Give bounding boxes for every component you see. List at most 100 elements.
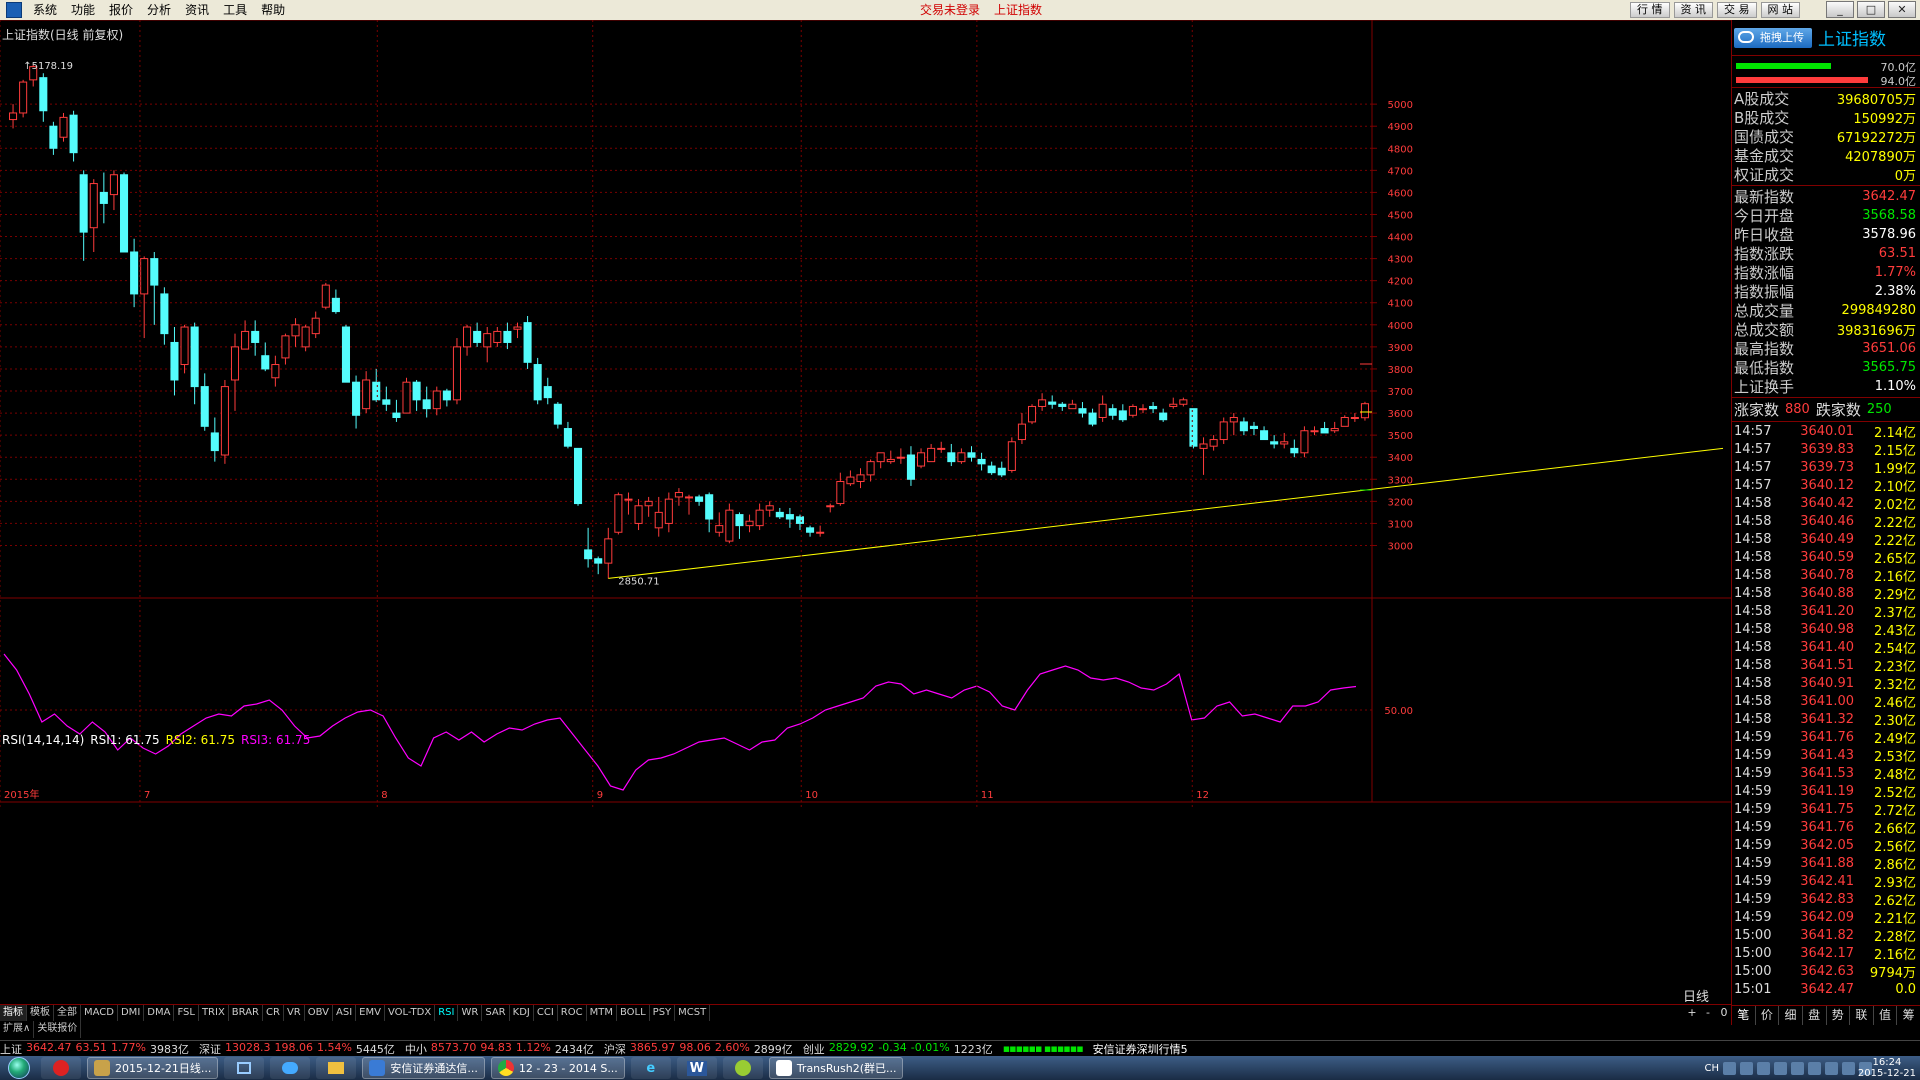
menu-item-5[interactable]: 工具 (216, 0, 254, 20)
minimize-icon[interactable]: _ (1826, 1, 1854, 18)
quote-tab-6[interactable]: 值 (1874, 1006, 1898, 1025)
tick-row[interactable]: 14:59 3641.75 2.72亿 (1732, 800, 1920, 819)
tdx-app-icon[interactable] (41, 1057, 81, 1079)
tick-row[interactable]: 14:58 3641.32 2.30亿 (1732, 710, 1920, 729)
indicator-tab-全部[interactable]: 全部 (54, 1005, 81, 1021)
tick-row[interactable]: 14:57 3639.83 2.15亿 (1732, 440, 1920, 459)
tick-row[interactable]: 14:58 3640.49 2.22亿 (1732, 530, 1920, 549)
tick-row[interactable]: 14:58 3641.20 2.37亿 (1732, 602, 1920, 621)
login-status[interactable]: 交易未登录 (920, 0, 980, 20)
indicator-tab-cr[interactable]: CR (263, 1005, 284, 1021)
indicator-tab-macd[interactable]: MACD (81, 1005, 118, 1021)
indicator-tab-asi[interactable]: ASI (333, 1005, 357, 1021)
zoom-control-0[interactable]: + (1685, 1005, 1699, 1021)
ticker-hs[interactable]: 沪深 3865.97 98.06 2.60% 2899亿 (604, 1041, 793, 1057)
tick-row[interactable]: 14:58 3640.78 2.16亿 (1732, 566, 1920, 585)
tick-row[interactable]: 14:59 3641.76 2.66亿 (1732, 818, 1920, 837)
menu-item-4[interactable]: 资讯 (178, 0, 216, 20)
indicator-tab-fsl[interactable]: FSL (174, 1005, 199, 1021)
indicator-tab-wr[interactable]: WR (458, 1005, 483, 1021)
top-button-2[interactable]: 交 易 (1717, 2, 1757, 18)
main-chart-area[interactable]: 3000 3100 3200 3300 3400 3500 3600 3700 3800 3900… (0, 20, 1731, 1000)
top-button-3[interactable]: 网 站 (1760, 2, 1800, 18)
tick-row[interactable]: 14:58 3640.98 2.43亿 (1732, 620, 1920, 639)
indicator-tab-vol-tdx[interactable]: VOL-TDX (385, 1005, 436, 1021)
maximize-icon[interactable]: □ (1857, 1, 1885, 18)
quote-tab-7[interactable]: 筹 (1897, 1006, 1920, 1025)
tray-icon-2[interactable] (1740, 1061, 1753, 1075)
tick-row[interactable]: 14:58 3641.51 2.23亿 (1732, 656, 1920, 675)
menu-item-2[interactable]: 报价 (102, 0, 140, 20)
quote-tab-3[interactable]: 盘 (1803, 1006, 1827, 1025)
tick-row[interactable]: 15:00 3642.17 2.16亿 (1732, 944, 1920, 963)
menu-item-1[interactable]: 功能 (64, 0, 102, 20)
indicator-extra-tab-1[interactable]: 关联报价 (34, 1021, 82, 1038)
server-name[interactable]: 安信证券深圳行情5 (1093, 1041, 1188, 1057)
ticker-cy[interactable]: 创业 2829.92 -0.34 -0.01% 1223亿 (803, 1041, 993, 1057)
tick-row[interactable]: 14:59 3641.88 2.86亿 (1732, 854, 1920, 873)
tick-row[interactable]: 14:59 3642.05 2.56亿 (1732, 836, 1920, 855)
tick-row[interactable]: 14:58 3641.40 2.54亿 (1732, 638, 1920, 657)
quote-tab-0[interactable]: 笔 (1732, 1006, 1756, 1025)
network-icon[interactable] (1842, 1061, 1855, 1075)
taskbar-task-4[interactable]: TransRush2(群已... (768, 1057, 904, 1079)
tick-row[interactable]: 14:59 3641.76 2.49亿 (1732, 728, 1920, 747)
tray-icon-5[interactable] (1791, 1061, 1804, 1075)
indicator-tab-kdj[interactable]: KDJ (510, 1005, 534, 1021)
taskbar-task-3[interactable]: 12 - 23 - 2014 S... (490, 1057, 625, 1079)
window-switch-icon[interactable] (224, 1057, 265, 1079)
tray-icon-7[interactable] (1825, 1061, 1838, 1075)
tick-list[interactable]: 14:57 3640.01 2.14亿 14:57 3639.83 2.15亿 14:57 3… (1732, 422, 1920, 998)
tick-row[interactable]: 14:59 3642.83 2.62亿 (1732, 890, 1920, 909)
tick-row[interactable]: 14:57 3640.01 2.14亿 (1732, 422, 1920, 441)
period-label[interactable]: 日线 (1683, 986, 1709, 1005)
tick-row[interactable]: 15:00 3642.63 9794万 (1732, 962, 1920, 981)
indicator-tab-rsi[interactable]: RSI (435, 1005, 459, 1021)
indicator-tab-指标[interactable]: 指标 (0, 1005, 27, 1021)
tick-row[interactable]: 14:57 3639.73 1.99亿 (1732, 458, 1920, 477)
taskbar-task-1[interactable]: 2015-12-21日线... (87, 1057, 219, 1079)
tick-row[interactable]: 14:58 3640.91 2.32亿 (1732, 674, 1920, 693)
tick-row[interactable]: 14:59 3641.43 2.53亿 (1732, 746, 1920, 765)
indicator-tab-brar[interactable]: BRAR (229, 1005, 263, 1021)
indicator-tab-trix[interactable]: TRIX (199, 1005, 229, 1021)
tick-row[interactable]: 14:58 3640.46 2.22亿 (1732, 512, 1920, 531)
close-icon[interactable]: ✕ (1888, 1, 1916, 18)
menu-item-6[interactable]: 帮助 (254, 0, 292, 20)
input-language[interactable]: CH (1704, 1063, 1719, 1074)
menu-item-3[interactable]: 分析 (140, 0, 178, 20)
ticker-sh[interactable]: 上证 3642.47 63.51 1.77% 3983亿 (0, 1041, 189, 1057)
zoom-control-2[interactable]: 0 (1717, 1005, 1731, 1021)
indicator-tab-dmi[interactable]: DMI (118, 1005, 145, 1021)
menu-item-0[interactable]: 系统 (26, 0, 64, 20)
tray-icon-3[interactable] (1757, 1061, 1770, 1075)
tray-icon-1[interactable] (1723, 1061, 1736, 1075)
indicator-tab-sar[interactable]: SAR (482, 1005, 510, 1021)
quote-tab-2[interactable]: 细 (1779, 1006, 1803, 1025)
tick-row[interactable]: 14:59 3641.53 2.48亿 (1732, 764, 1920, 783)
indicator-tab-dma[interactable]: DMA (144, 1005, 175, 1021)
tick-row[interactable]: 14:59 3642.41 2.93亿 (1732, 872, 1920, 891)
indicator-tab-vr[interactable]: VR (284, 1005, 305, 1021)
tick-row[interactable]: 14:58 3640.59 2.65亿 (1732, 548, 1920, 567)
indicator-tab-roc[interactable]: ROC (558, 1005, 587, 1021)
lemon-app-icon[interactable] (722, 1057, 763, 1079)
indicator-tab-mcst[interactable]: MCST (675, 1005, 711, 1021)
ticker-zx[interactable]: 中小 8573.70 94.83 1.12% 2434亿 (405, 1041, 594, 1057)
tick-row[interactable]: 15:00 3641.82 2.28亿 (1732, 926, 1920, 945)
zoom-control-1[interactable]: - (1701, 1005, 1715, 1021)
top-button-0[interactable]: 行 情 (1630, 2, 1670, 18)
quote-tab-1[interactable]: 价 (1756, 1006, 1780, 1025)
start-button[interactable] (0, 1056, 38, 1080)
indicator-tab-模板[interactable]: 模板 (27, 1005, 54, 1021)
tray-icon-6[interactable] (1808, 1061, 1821, 1075)
taskbar-task-2[interactable]: 安信证券通达信... (362, 1057, 485, 1079)
tick-row[interactable]: 14:58 3640.42 2.02亿 (1732, 494, 1920, 513)
indicator-tab-psy[interactable]: PSY (650, 1005, 676, 1021)
tray-icon-4[interactable] (1774, 1061, 1787, 1075)
tick-row[interactable]: 14:59 3641.19 2.52亿 (1732, 782, 1920, 801)
ticker-sz[interactable]: 深证 13028.3 198.06 1.54% 5445亿 (199, 1041, 395, 1057)
cloud-app-icon[interactable] (270, 1057, 311, 1079)
drag-upload-button[interactable]: 拖拽上传 (1734, 27, 1812, 48)
indicator-extra-tab-0[interactable]: 扩展∧ (0, 1021, 35, 1038)
